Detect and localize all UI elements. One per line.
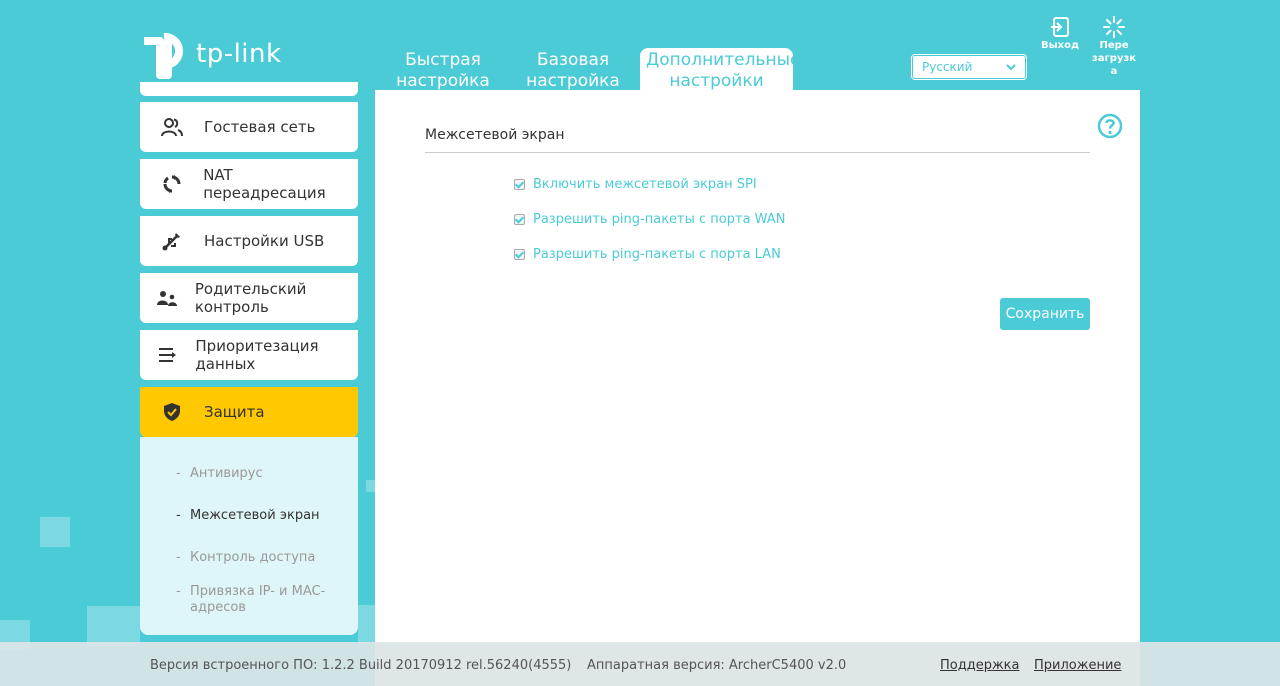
sidebar-item-parental-control[interactable]: Родительский контроль xyxy=(140,273,358,323)
sidebar-item-label: Гостевая сеть xyxy=(204,118,316,136)
hardware-version: Аппаратная версия: ArcherC5400 v2.0 xyxy=(587,658,847,673)
exit-button[interactable]: Выход xyxy=(1040,16,1080,52)
sidebar-item-label: NAT переадресация xyxy=(203,166,326,202)
sidebar-item-qos[interactable]: Приоритезация данных xyxy=(140,330,358,380)
sidebar-item-usb[interactable]: Настройки USB xyxy=(140,216,358,266)
background-decoration xyxy=(87,606,140,646)
section-title: Межсетевой экран xyxy=(425,127,1090,153)
reboot-button[interactable]: Пере загрузк а xyxy=(1092,16,1136,78)
logout-icon xyxy=(1051,17,1069,37)
exit-label: Выход xyxy=(1040,40,1080,51)
language-selected: Русский xyxy=(922,60,973,74)
reboot-label: Пере загрузк а xyxy=(1092,40,1137,77)
sidebar-item-security[interactable]: Защита xyxy=(140,387,358,437)
submenu-item-label: Привязка IP- и MAC-адресов xyxy=(190,584,326,615)
background-decoration xyxy=(358,605,375,645)
sidebar-item-nat-forwarding[interactable]: NAT переадресация xyxy=(140,159,358,209)
security-submenu: - Антивирус - Межсетевой экран - Контроль д… xyxy=(140,437,358,635)
shield-icon xyxy=(140,402,204,422)
spi-firewall-checkbox[interactable] xyxy=(514,179,525,190)
tp-link-logo-icon xyxy=(140,29,190,79)
background-decoration xyxy=(366,480,375,492)
logo-text: tp-link xyxy=(196,39,282,69)
support-link[interactable]: Поддержка xyxy=(940,658,1020,673)
firmware-version: Версия встроенного ПО: 1.2.2 Build 20170… xyxy=(150,658,572,673)
option-label: Разрешить ping-пакеты с порта WAN xyxy=(533,212,786,227)
nat-forwarding-icon xyxy=(140,174,203,194)
submenu-item-access-control[interactable]: - Контроль доступа xyxy=(176,550,350,566)
help-icon[interactable] xyxy=(1097,113,1123,139)
lan-ping-option[interactable]: Разрешить ping-пакеты с порта LAN xyxy=(514,247,781,262)
tp-link-logo: tp-link xyxy=(140,28,282,80)
main-tabs: Быстрая настройка Базовая настройка Допо… xyxy=(390,48,800,91)
lan-ping-checkbox[interactable] xyxy=(514,249,525,260)
guest-network-icon xyxy=(140,117,204,137)
wan-ping-option[interactable]: Разрешить ping-пакеты с порта WAN xyxy=(514,212,785,227)
submenu-item-antivirus[interactable]: - Антивирус xyxy=(176,466,350,482)
submenu-item-label: Антивирус xyxy=(190,466,263,481)
sidebar-item-label: Настройки USB xyxy=(204,232,325,250)
background-decoration xyxy=(40,517,70,547)
tab-basic[interactable]: Базовая настройка xyxy=(516,48,630,91)
parental-control-icon xyxy=(140,288,195,308)
sidebar-item-label: Родительский контроль xyxy=(194,280,307,316)
tab-advanced[interactable]: Дополнительные настройки xyxy=(640,48,800,91)
sidebar-item-label: Защита xyxy=(204,403,265,421)
spi-firewall-option[interactable]: Включить межсетевой экран SPI xyxy=(514,177,757,192)
reboot-icon xyxy=(1103,16,1125,38)
qos-icon xyxy=(140,346,195,364)
usb-icon xyxy=(140,231,204,251)
app-link[interactable]: Приложение xyxy=(1034,658,1121,673)
footer: Версия встроенного ПО: 1.2.2 Build 20170… xyxy=(0,642,1280,686)
submenu-item-firewall[interactable]: - Межсетевой экран xyxy=(176,508,350,524)
submenu-item-label: Контроль доступа xyxy=(190,550,316,565)
sidebar-item-label: Приоритезация данных xyxy=(195,337,319,373)
sidebar-item-guest-network[interactable]: Гостевая сеть xyxy=(140,102,358,152)
chevron-down-icon xyxy=(1006,64,1016,71)
option-label: Включить межсетевой экран SPI xyxy=(533,177,757,192)
sidebar-item-partial xyxy=(140,82,358,96)
submenu-item-label: Межсетевой экран xyxy=(190,508,320,523)
submenu-item-ip-mac-binding[interactable]: - Привязка IP- и MAC-адресов xyxy=(176,584,350,616)
main-panel: Межсетевой экран Включить межсетевой экр… xyxy=(375,90,1140,686)
tab-quick-setup[interactable]: Быстрая настройка xyxy=(390,48,496,91)
save-button[interactable]: Сохранить xyxy=(1000,298,1090,330)
option-label: Разрешить ping-пакеты с порта LAN xyxy=(533,247,781,262)
wan-ping-checkbox[interactable] xyxy=(514,214,525,225)
language-select[interactable]: Русский xyxy=(912,55,1026,79)
